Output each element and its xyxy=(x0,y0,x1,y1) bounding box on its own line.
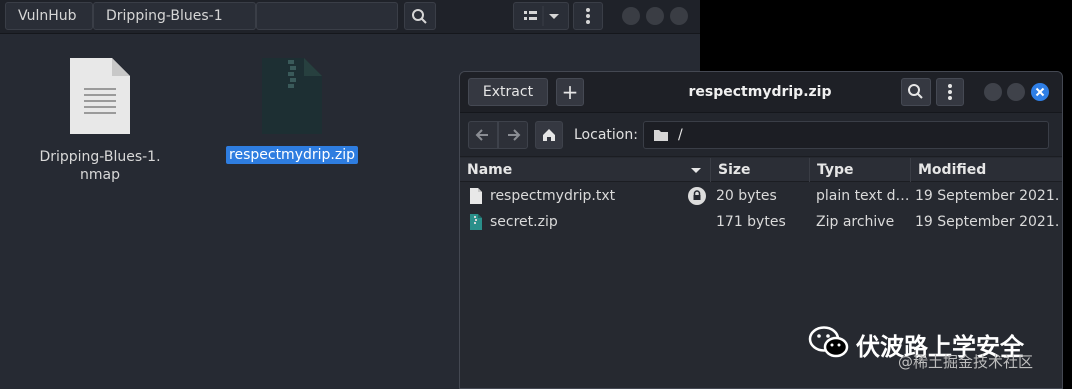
file-item-zip[interactable]: respectmydrip.zip xyxy=(217,56,367,164)
menu-button[interactable] xyxy=(573,2,603,30)
column-type[interactable]: Type xyxy=(810,158,911,182)
text-file-icon xyxy=(470,188,482,204)
maximize-button[interactable] xyxy=(646,7,664,25)
menu-button[interactable] xyxy=(936,78,964,106)
file-table-header: Name Size Type Modified xyxy=(460,158,1062,182)
search-button[interactable] xyxy=(404,2,436,30)
maximize-button[interactable] xyxy=(1007,83,1025,101)
breadcrumb-vulnhub[interactable]: VulnHub xyxy=(5,2,93,30)
column-modified[interactable]: Modified xyxy=(911,158,1062,182)
close-button[interactable] xyxy=(1031,83,1049,101)
list-view-icon xyxy=(524,6,559,26)
minimize-button[interactable] xyxy=(622,7,640,25)
breadcrumb-spacer xyxy=(256,2,398,30)
file-item-nmap[interactable]: Dripping-Blues-1. nmap xyxy=(25,56,175,184)
row-name: secret.zip xyxy=(490,214,558,230)
column-name-label: Name xyxy=(467,162,513,178)
wechat-logo-icon xyxy=(808,326,849,358)
zip-file-icon xyxy=(470,214,482,230)
home-button[interactable] xyxy=(535,121,563,149)
row-type: Zip archive xyxy=(816,214,895,230)
file-label-line1: Dripping-Blues-1. xyxy=(39,149,161,165)
column-size[interactable]: Size xyxy=(711,158,810,182)
location-path: / xyxy=(678,127,683,143)
kebab-menu-icon xyxy=(586,8,590,24)
arrow-right-icon xyxy=(508,129,521,141)
folder-icon xyxy=(654,130,668,141)
view-toggle-button[interactable] xyxy=(513,2,569,30)
add-button[interactable]: + xyxy=(556,78,584,106)
file-label-line2: nmap xyxy=(80,167,120,183)
row-size: 171 bytes xyxy=(716,214,786,230)
zip-file-icon xyxy=(262,58,322,134)
row-name: respectmydrip.txt xyxy=(490,188,616,204)
file-manager-header: VulnHub Dripping-Blues-1 xyxy=(0,0,700,34)
location-bar: Location: / xyxy=(460,113,1062,157)
file-label-selected: respectmydrip.zip xyxy=(226,146,358,164)
window-title: respectmydrip.zip xyxy=(688,84,832,100)
minimize-button[interactable] xyxy=(984,83,1002,101)
forward-button[interactable] xyxy=(498,121,528,149)
archive-header: Extract + respectmydrip.zip xyxy=(460,72,1062,113)
search-button[interactable] xyxy=(901,78,931,106)
back-button[interactable] xyxy=(468,121,498,149)
search-icon xyxy=(908,84,923,99)
kebab-menu-icon xyxy=(948,84,952,100)
close-button[interactable] xyxy=(670,7,688,25)
breadcrumb-dripping-blues[interactable]: Dripping-Blues-1 xyxy=(93,2,256,30)
row-size: 20 bytes xyxy=(716,188,777,204)
row-modified: 19 September 2021… xyxy=(915,188,1060,204)
table-row[interactable]: secret.zip 171 bytes Zip archive 19 Sept… xyxy=(460,209,1062,235)
extract-button[interactable]: Extract xyxy=(468,78,548,106)
table-row[interactable]: respectmydrip.txt 20 bytes plain text d…… xyxy=(460,183,1062,209)
sort-descending-icon xyxy=(691,168,701,173)
search-icon xyxy=(412,9,427,24)
location-input[interactable]: / xyxy=(643,121,1049,149)
close-icon xyxy=(1035,87,1045,97)
text-file-icon xyxy=(70,58,130,134)
watermark-subtitle: @稀土掘金技术社区 xyxy=(898,353,1034,371)
lock-icon xyxy=(688,187,706,205)
arrow-left-icon xyxy=(475,129,488,141)
location-label: Location: xyxy=(574,127,638,143)
home-icon xyxy=(543,129,555,141)
column-name[interactable]: Name xyxy=(460,158,711,182)
row-modified: 19 September 2021… xyxy=(915,214,1060,230)
row-type: plain text d… xyxy=(816,188,909,204)
